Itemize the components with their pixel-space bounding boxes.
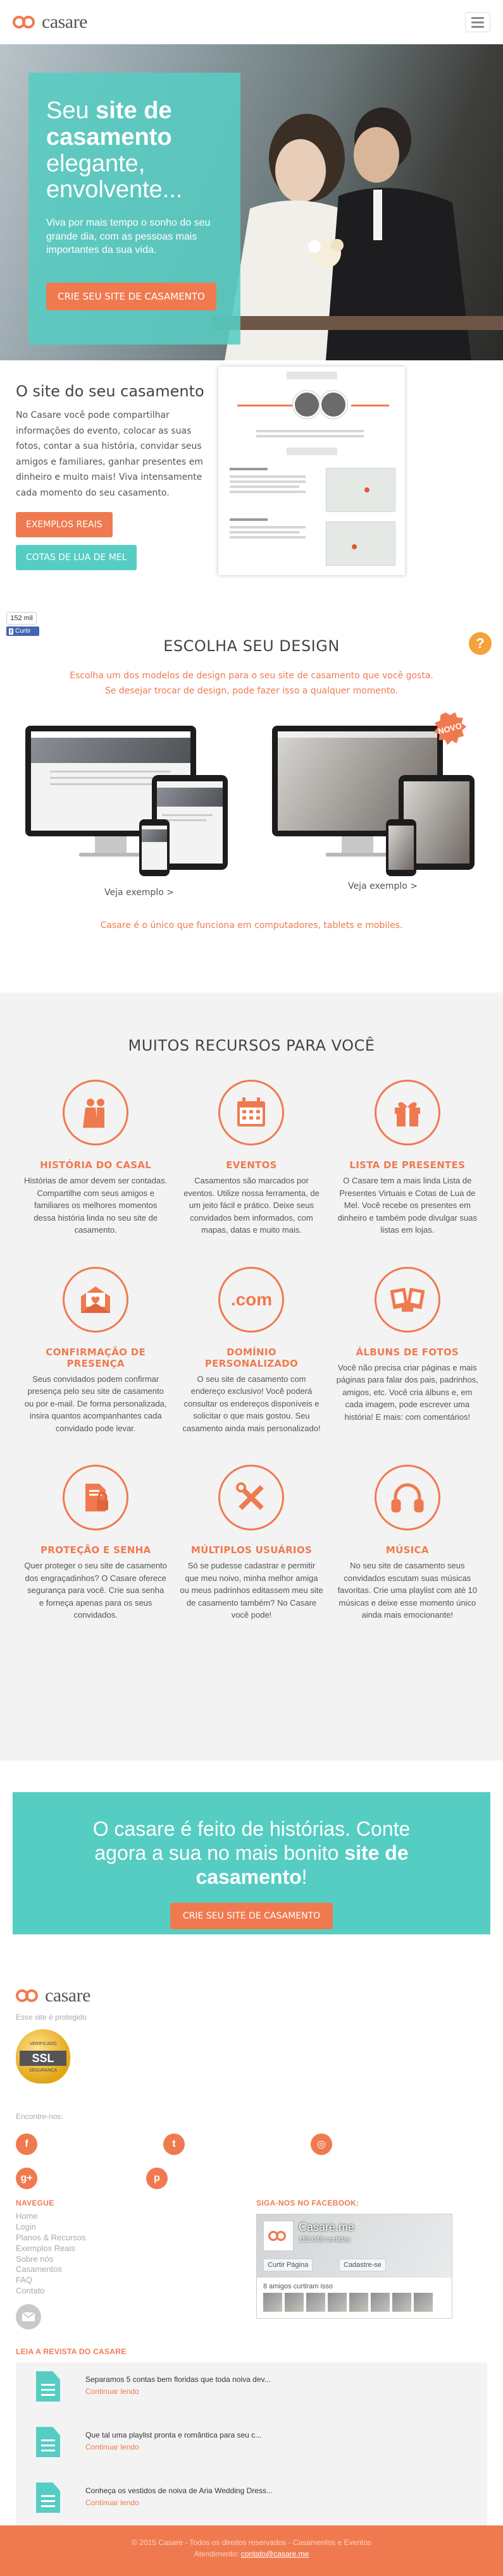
facebook-icon[interactable]: f xyxy=(16,2133,37,2155)
feature-multiple-users: MÚLTIPLOS USUÁRIOS Só se pudesse cadastr… xyxy=(180,1465,323,1621)
site-footer: casare Esse site é protegido VERIFICADO … xyxy=(0,1966,503,2576)
site-preview-mockup xyxy=(218,367,405,575)
design-example-1[interactable] xyxy=(25,718,240,908)
footer-logo[interactable]: casare xyxy=(16,1985,487,2006)
feature-rsvp: CONFIRMAÇÃO DE PRESENÇA Seus convidados … xyxy=(24,1266,167,1435)
honeymoon-quotas-button[interactable]: COTAS DE LUA DE MEL xyxy=(16,545,137,570)
fb-signup-button[interactable]: Cadastre-se xyxy=(339,2259,386,2271)
photo-album-icon xyxy=(374,1266,440,1333)
features-section: MUITOS RECURSOS PARA VOCÊ HISTÓRIA DO CA… xyxy=(0,992,503,1761)
footer-navigation: NAVEGUE Home Login Planos & Recursos Exe… xyxy=(16,2199,237,2330)
couple-icon xyxy=(63,1080,129,1145)
calendar-icon xyxy=(218,1080,285,1145)
footer-link-home[interactable]: Home xyxy=(16,2211,237,2222)
wedding-site-section: O site do seu casamento No Casare você p… xyxy=(0,360,503,607)
cta-create-site-button[interactable]: CRIE SEU SITE DE CASAMENTO xyxy=(170,1903,333,1930)
document-icon xyxy=(36,2427,60,2458)
ssl-seal-icon: VERIFICADO SSL SEGURANÇA xyxy=(16,2029,70,2084)
copyright-text: © 2015 Casare - Todos os direitos reserv… xyxy=(132,2538,371,2547)
footer-link-plans[interactable]: Planos & Recursos xyxy=(16,2233,237,2243)
help-icon[interactable]: ? xyxy=(469,632,492,655)
hero-text-box: Seu site de casamento elegante, envolven… xyxy=(28,73,240,345)
cta-title: O casare é feito de histórias. Conte ago… xyxy=(92,1817,411,1888)
gift-icon xyxy=(374,1080,440,1145)
design-example-2[interactable] xyxy=(272,718,487,908)
devices-note: Casare é o único que funciona em computa… xyxy=(100,920,403,931)
real-examples-button[interactable]: EXEMPLOS REAIS xyxy=(16,512,113,537)
twitter-icon[interactable]: t xyxy=(163,2133,185,2155)
design-title: ESCOLHA SEU DESIGN xyxy=(163,637,340,655)
design-section: ? ESCOLHA SEU DESIGN Escolha um dos mode… xyxy=(0,607,503,992)
fb-friend-avatars xyxy=(257,2293,452,2318)
envelope-heart-icon xyxy=(63,1266,129,1333)
site-header: casare xyxy=(0,0,503,44)
example-link-2[interactable]: Veja exemplo > xyxy=(348,881,418,891)
instagram-icon[interactable]: ◎ xyxy=(311,2133,332,2155)
hero-subtitle: Viva por mais tempo o sonho do seu grand… xyxy=(46,217,211,256)
protected-text: Esse site é protegido xyxy=(16,2013,87,2022)
feature-couple-story: HISTÓRIA DO CASAL Histórias de amor deve… xyxy=(24,1080,167,1236)
page-logo xyxy=(263,2221,294,2251)
feature-custom-domain: .com DOMÍNIO PERSONALIZADO O seu site de… xyxy=(180,1266,323,1435)
feature-photo-albums: ÁLBUNS DE FOTOS Você não precisa criar p… xyxy=(336,1266,479,1435)
footer-link-login[interactable]: Login xyxy=(16,2222,237,2233)
feature-gift-list: LISTA DE PRESENTES O Casare tem a mais l… xyxy=(336,1080,479,1236)
tools-icon xyxy=(218,1465,285,1530)
contact-email-link[interactable]: contato@casare.me xyxy=(241,2549,309,2558)
magazine-heading: LEIA A REVISTA DO CASARE xyxy=(16,2347,127,2357)
article-item[interactable]: Que tal uma playlist pronta e romântica … xyxy=(28,2427,475,2482)
dotcom-icon: .com xyxy=(218,1266,285,1333)
hero-title: Seu site de casamento elegante, envolven… xyxy=(46,97,183,204)
lock-document-icon xyxy=(63,1465,129,1530)
feature-events: EVENTOS Casamentos são marcados por even… xyxy=(180,1080,323,1236)
fb-like-page-button[interactable]: Curtir Página xyxy=(263,2259,313,2271)
copyright-bar: © 2015 Casare - Todos os direitos reserv… xyxy=(0,2525,503,2576)
cta-section: O casare é feito de histórias. Conte ago… xyxy=(0,1761,503,1966)
create-site-button[interactable]: CRIE SEU SITE DE CASAMENTO xyxy=(46,282,216,310)
footer-link-contact[interactable]: Contato xyxy=(16,2286,237,2297)
google-plus-icon[interactable]: g+ xyxy=(16,2168,37,2189)
site-section-title: O site do seu casamento xyxy=(16,382,204,400)
magazine-articles: Separamos 5 contas bem floridas que toda… xyxy=(16,2362,487,2548)
features-title: MUITOS RECURSOS PARA VOCÊ xyxy=(128,1037,375,1054)
document-icon xyxy=(36,2371,60,2402)
pinterest-icon[interactable]: p xyxy=(146,2168,168,2189)
hamburger-menu-icon[interactable] xyxy=(465,12,490,32)
footer-link-weddings[interactable]: Casamentos xyxy=(16,2264,237,2275)
social-links-row-2: g+ p xyxy=(16,2168,168,2189)
site-section-text: No Casare você pode compartilhar informa… xyxy=(16,410,203,498)
feature-music: MÚSICA No seu site de casamento seus con… xyxy=(336,1465,479,1621)
fb-likes-count: 152.048 curtidas xyxy=(299,2236,351,2243)
footer-link-about[interactable]: Sobre nós xyxy=(16,2254,237,2265)
cta-box: O casare é feito de histórias. Conte ago… xyxy=(13,1792,490,1934)
footer-link-faq[interactable]: FAQ xyxy=(16,2275,237,2286)
rings-icon xyxy=(13,15,38,30)
follow-us-label: Encontre-nos: xyxy=(16,2112,63,2121)
document-icon xyxy=(36,2482,60,2513)
facebook-widget: SIGA-NOS NO FACEBOOK: Casare.me 152.048 … xyxy=(256,2199,452,2329)
fb-page-name[interactable]: Casare.me xyxy=(299,2221,354,2234)
casare-logo[interactable]: casare xyxy=(13,11,87,33)
mail-icon[interactable] xyxy=(16,2304,41,2330)
headphones-icon xyxy=(374,1465,440,1530)
rings-icon xyxy=(16,1988,41,2003)
social-links-row-1: f t ◎ xyxy=(16,2133,332,2155)
article-item[interactable]: Separamos 5 contas bem floridas que toda… xyxy=(28,2371,475,2427)
design-subtitle: Escolha um dos modelos de design para o … xyxy=(70,671,433,696)
hero-banner: Seu site de casamento elegante, envolven… xyxy=(0,44,503,360)
footer-link-examples[interactable]: Exemplos Reais xyxy=(16,2243,237,2254)
feature-password: PROTEÇÃO E SENHA Quer proteger o seu sit… xyxy=(24,1465,167,1621)
example-link-1[interactable]: Veja exemplo > xyxy=(104,888,174,898)
logo-text: casare xyxy=(42,11,87,32)
